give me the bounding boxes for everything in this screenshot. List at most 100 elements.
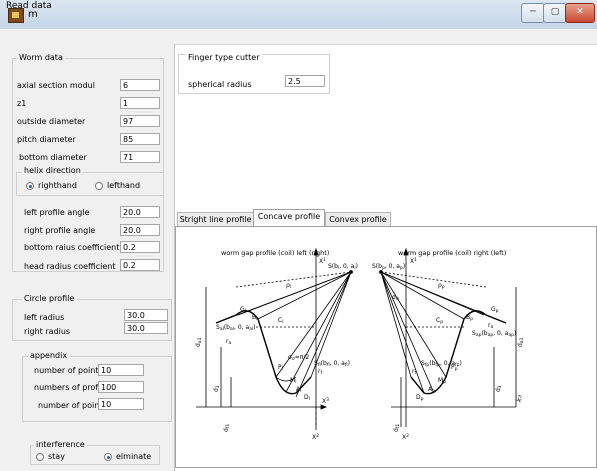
left-s-top-label: S(bl, 0, al) [328,263,358,271]
left-rho-line [235,271,352,288]
right-tooth-profile [410,310,507,395]
z1-label: z1 [17,99,27,108]
left-profile-angle-input[interactable]: 20.0 [120,206,160,218]
left-profile-angle-label: left profile angle [24,208,90,217]
lefthand-label[interactable]: lefthand [107,181,140,190]
finger-cutter-label: Finger type cutter [186,53,262,62]
profile-points-label: numbers of profile point [34,383,98,392]
left-profile-labels: worm gap profile (coil) left (right) X1 … [195,249,358,441]
right-rho-line [380,271,487,288]
outside-diameter-label: outside diameter [17,117,86,126]
right-b-label: Bp [466,314,473,322]
right-d1-label: d1 [495,385,503,392]
left-g-label: Gl [240,306,246,314]
right-s-top-label: S(bp, 0, ap) [372,263,405,271]
bottom-radius-coefficient-input[interactable]: 0.2 [120,241,160,253]
left-axis-x3-arrow [320,404,328,410]
left-tooth-profile [215,310,312,395]
stay-radio[interactable] [36,453,44,461]
right-sf-label: Sfp(bfp, 0, afp) [421,360,462,368]
left-c-label: Cl [278,317,283,325]
right-ray-6 [380,271,425,394]
outside-diameter-input[interactable]: 97 [120,115,160,127]
right-sa-label: Sap(bap, 0, aap) [472,330,516,338]
appendix-label: appendix [28,351,70,360]
left-x1-label: X1 [319,257,326,265]
circle-profile-label: Circle profile [22,294,77,303]
right-rho-label: ρp [438,282,445,290]
left-df-label: df1 [223,424,231,432]
left-b-label: Bl [252,314,257,322]
left-ray-3 [257,271,352,320]
right-profile-figure [379,247,517,427]
profile-points-input[interactable]: 100 [98,381,144,393]
left-center-point [349,270,353,274]
points-bottom-label: number of points - botto [34,366,98,375]
right-ra-label: ra [488,322,493,330]
pitch-diameter-label: pitch diameter [17,135,76,144]
left-da-label: da1 [195,337,203,347]
left-x3-label: X3 [322,397,329,405]
points-head-input[interactable]: 10 [98,398,144,410]
righthand-radio[interactable] [26,182,34,190]
right-profile-angle-label: right profile angle [24,226,96,235]
worm-data-label: Worm data [17,53,65,62]
tab-convex-profile[interactable]: Convex profile [325,212,391,227]
pitch-diameter-input[interactable]: 85 [120,133,160,145]
axial-module-label: axial section modul [17,81,95,90]
right-radius-input[interactable]: 30.0 [124,322,168,334]
axial-module-input[interactable]: 6 [120,79,160,91]
right-df-label: df1 [393,424,401,432]
interference-label: interference [34,440,87,449]
title-bar [0,0,597,30]
close-button[interactable]: ✕ [565,3,595,23]
head-radius-coefficient-label: head radius coefficient [24,262,116,271]
spherical-radius-label: spherical radius [188,80,252,89]
left-sa-label: Sal(bal, 0, aal) [216,324,255,332]
right-g-label: Gp [491,306,499,314]
stay-label[interactable]: stay [48,452,65,461]
left-d1-label: d1 [213,385,221,392]
points-bottom-input[interactable]: 10 [98,364,144,376]
menu-read-data[interactable]: Read data [6,1,52,11]
left-x2-label: X2 [312,433,319,441]
left-ray-2 [237,271,352,316]
right-a-label: Ap [428,386,435,394]
helix-direction-label: helix direction [22,166,83,175]
eliminate-radio[interactable] [104,453,112,461]
z1-input[interactable]: 1 [120,97,160,109]
worm-gap-profile-diagram: worm gap profile (coil) left (right) X1 … [195,247,525,441]
tab-straight-line-profile[interactable]: Stright line profile [177,212,254,227]
maximize-button[interactable]: ▢ [543,3,567,23]
left-m-label: Ml [290,377,296,385]
right-ray-7 [380,271,412,378]
right-da-label: da1 [517,337,525,347]
lefthand-radio[interactable] [95,182,103,190]
right-profile-angle-input[interactable]: 20.0 [120,224,160,236]
right-ray-2 [380,271,485,316]
righthand-label[interactable]: righthand [38,181,77,190]
left-radius-input[interactable]: 30.0 [124,309,168,321]
eliminate-label[interactable]: elminate [116,452,151,461]
minimize-button[interactable]: ─ [521,3,545,23]
left-sf-label: Sfl(bfl, 0, afl) [314,360,350,368]
bottom-radius-coefficient-label: bottom raius coefficient [24,243,120,252]
head-radius-coefficient-input[interactable]: 0.2 [120,259,160,271]
right-x1-label: X1 [410,257,417,265]
left-r-label: rf [318,368,322,376]
points-head-label: number of points - hea [38,401,98,410]
right-radius-label: right radius [24,327,71,336]
left-rho-label: ρl [286,282,291,290]
left-sigma-label: σσ=π/2 [288,354,309,362]
right-x2-label: X2 [402,433,409,441]
right-c-label: Cp [436,317,443,325]
spherical-radius-input[interactable]: 2.5 [285,75,325,87]
right-ray-4 [380,271,447,378]
menu-bar [0,29,597,45]
bottom-diameter-input[interactable]: 71 [120,151,160,163]
left-radius-label: left radius [24,313,65,322]
left-profile-figure [196,247,353,432]
left-d-label: Dl [304,394,310,402]
right-d-label: Dp [416,394,424,402]
left-ra-label: ra [226,338,231,346]
